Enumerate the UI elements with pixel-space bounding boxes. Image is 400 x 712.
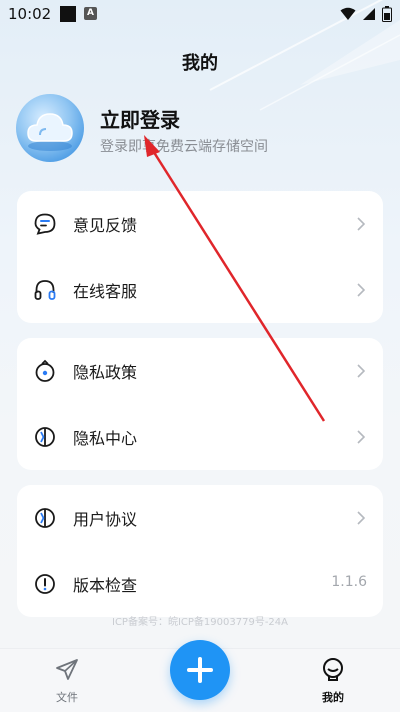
menu-item-label: 在线客服 <box>73 282 138 301</box>
menu-item-label: 意见反馈 <box>73 216 138 235</box>
tab-mine[interactable]: 我的 <box>303 657 363 705</box>
a-notification-icon: A <box>84 7 97 20</box>
signal-icon <box>363 8 375 20</box>
version-number: 1.1.6 <box>331 574 367 590</box>
status-time: 10:02 <box>8 5 52 23</box>
menu-item-label: 版本检查 <box>73 576 138 595</box>
wifi-icon <box>340 7 356 20</box>
menu-card-about: 用户协议 版本检查 1.1.6 <box>17 485 383 617</box>
add-button[interactable] <box>170 640 230 700</box>
user-face-icon <box>323 658 343 681</box>
exclamation-circle-icon <box>35 574 55 594</box>
cloud-icon <box>27 113 73 151</box>
feedback-bubble-icon <box>34 213 56 235</box>
login-subtitle: 登录即享免费云端存储空间 <box>100 139 268 155</box>
menu-item-version-check[interactable]: 版本检查 1.1.6 <box>17 551 383 617</box>
tab-files[interactable]: 文件 <box>37 657 97 705</box>
menu-item-user-agreement[interactable]: 用户协议 <box>17 485 383 551</box>
chevron-right-icon <box>357 511 365 525</box>
menu-item-online-service[interactable]: 在线客服 <box>17 257 383 323</box>
menu-item-feedback[interactable]: 意见反馈 <box>17 191 383 257</box>
plus-icon <box>187 657 213 683</box>
menu-item-privacy-center[interactable]: 隐私中心 <box>17 404 383 470</box>
avatar[interactable] <box>16 94 84 162</box>
headphones-icon <box>34 280 56 300</box>
chevron-right-icon <box>357 430 365 444</box>
menu-item-privacy-policy[interactable]: 隐私政策 <box>17 338 383 404</box>
tab-label: 我的 <box>322 691 344 704</box>
menu-card-support: 意见反馈 在线客服 <box>17 191 383 323</box>
paper-plane-icon <box>56 659 78 680</box>
menu-item-label: 用户协议 <box>73 510 138 529</box>
user-agreement-icon <box>35 508 55 528</box>
status-bar: 10:02 A <box>0 0 400 28</box>
tab-label: 文件 <box>56 691 78 704</box>
privacy-policy-icon <box>35 359 55 382</box>
icp-record: ICP备案号：皖ICP备19003779号-24A <box>112 617 288 628</box>
menu-item-label: 隐私政策 <box>73 363 138 382</box>
chevron-right-icon <box>357 217 365 231</box>
status-right-icons <box>340 5 392 23</box>
privacy-center-icon <box>35 427 55 447</box>
login-title[interactable]: 立即登录 <box>100 104 180 133</box>
page-title: 我的 <box>182 53 218 74</box>
chevron-right-icon <box>357 364 365 378</box>
menu-item-label: 隐私中心 <box>73 429 138 448</box>
notification-square-icon <box>60 6 76 22</box>
menu-card-privacy: 隐私政策 隐私中心 <box>17 338 383 470</box>
chevron-right-icon <box>357 283 365 297</box>
battery-icon <box>382 6 392 22</box>
